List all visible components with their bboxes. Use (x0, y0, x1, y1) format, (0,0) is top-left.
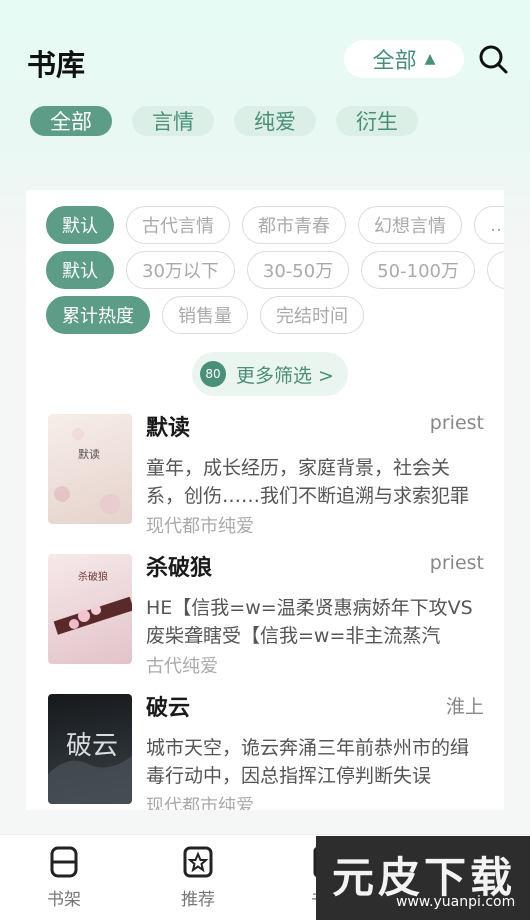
wordcount-chip-under-300k[interactable]: 30万以下 (126, 251, 235, 289)
genre-chip-default[interactable]: 默认 (46, 206, 114, 244)
book-title: 杀破狼 (146, 556, 213, 581)
sort-chip-completion-time[interactable]: 完结时间 (260, 296, 364, 334)
book-author: priest (429, 552, 484, 574)
scope-dropdown[interactable]: 全部 ▲ (344, 40, 464, 78)
book-tag: 古代纯爱 (146, 656, 218, 677)
book-cover: 杀破狼 (48, 554, 132, 664)
header-bar: 书库 全部 ▲ (0, 36, 530, 86)
bookshelf-icon (50, 846, 78, 878)
book-cover: 默读 (48, 414, 132, 524)
sort-chip-sales[interactable]: 销售量 (162, 296, 248, 334)
book-cover-title: 杀破狼 (78, 570, 108, 583)
book-author: priest (429, 412, 484, 434)
library-panel: 默认 古代言情 都市青春 幻想言情 … 默认 30万以下 30-50万 50-1… (26, 190, 504, 810)
triangle-up-icon: ▲ (424, 51, 436, 67)
book-description: 城市天空，诡云奔涌三年前恭州市的缉毒行动中，因总指挥江停判断失误 (146, 737, 470, 787)
book-cover-art: 破云 (48, 731, 132, 804)
watermark-logo: 元皮下载 www.yuanpi.com (316, 836, 530, 920)
book-tag: 现代都市纯爱 (146, 516, 254, 537)
book-title: 破云 (146, 696, 191, 721)
book-cover-art: 默读 (54, 428, 120, 514)
more-filters-button[interactable]: 80 更多筛选 > (192, 352, 348, 396)
book-description: 童年，成长经历，家庭背景，社会关系，创伤……我们不断追溯与求索犯罪 (146, 457, 470, 507)
book-cover-title: 破云 (66, 731, 118, 761)
genre-filter-row: 默认 古代言情 都市青春 幻想言情 … (46, 206, 504, 244)
book-title: 默读 (146, 416, 191, 441)
book-author: 淮上 (445, 696, 484, 718)
wordcount-chip-more[interactable]: … (486, 251, 504, 289)
book-item[interactable]: 默读 默读 priest 童年，成长经历，家庭背景，社会关系，创伤……我们不断追… (46, 408, 486, 537)
wordcount-chip-500k-1m[interactable]: 50-100万 (361, 251, 475, 289)
tab-derivative[interactable]: 衍生 (336, 106, 418, 136)
wordcount-chip-default[interactable]: 默认 (46, 251, 114, 289)
tab-bookshelf[interactable]: 书架 (24, 845, 104, 910)
tab-bookshelf-label: 书架 (47, 890, 81, 910)
tab-recommend-label: 推荐 (181, 890, 215, 910)
category-tabs: 全部 言情 纯爱 衍生 (30, 106, 418, 136)
genre-chip-more[interactable]: … (474, 206, 504, 244)
wordcount-chip-300k-500k[interactable]: 30-50万 (246, 251, 350, 289)
book-tag: 现代都市纯爱 (146, 796, 254, 810)
recommend-icon (183, 846, 213, 878)
tab-recommend[interactable]: 推荐 (158, 845, 238, 910)
page-title: 书库 (27, 48, 86, 82)
book-item[interactable]: 杀破狼 杀破狼 priest HE【信我=w=温柔贤惠病娇年下攻VS废柴聋瞎受【… (46, 548, 486, 677)
sort-chip-popularity[interactable]: 累计热度 (46, 296, 150, 334)
tab-romance[interactable]: 言情 (132, 106, 214, 136)
book-cover-title: 默读 (78, 447, 100, 461)
word-count-filter-row: 默认 30万以下 30-50万 50-100万 … (46, 251, 504, 289)
genre-chip-ancient-romance[interactable]: 古代言情 (126, 206, 230, 244)
filter-badge-icon: 80 (200, 361, 226, 387)
scope-dropdown-label: 全部 (372, 49, 417, 74)
book-item[interactable]: 破云 破云 淮上 城市天空，诡云奔涌三年前恭州市的缉毒行动中，因总指挥江停判断失… (46, 688, 486, 810)
genre-chip-fantasy-romance[interactable]: 幻想言情 (358, 206, 462, 244)
tab-pure-love[interactable]: 纯爱 (234, 106, 316, 136)
search-icon (479, 45, 508, 74)
sort-filter-row: 累计热度 销售量 完结时间 (46, 296, 364, 334)
more-filters-label: 更多筛选 > (236, 364, 334, 387)
genre-chip-urban-youth[interactable]: 都市青春 (242, 206, 346, 244)
book-cover-art: 杀破狼 (53, 570, 132, 635)
book-cover: 破云 (48, 694, 132, 804)
watermark-url: www.yuanpi.com (396, 894, 516, 910)
tab-all[interactable]: 全部 (30, 106, 112, 136)
search-button[interactable] (476, 42, 510, 76)
book-description: HE【信我=w=温柔贤惠病娇年下攻VS废柴聋瞎受【信我=w=非主流蒸汽 (146, 597, 473, 647)
